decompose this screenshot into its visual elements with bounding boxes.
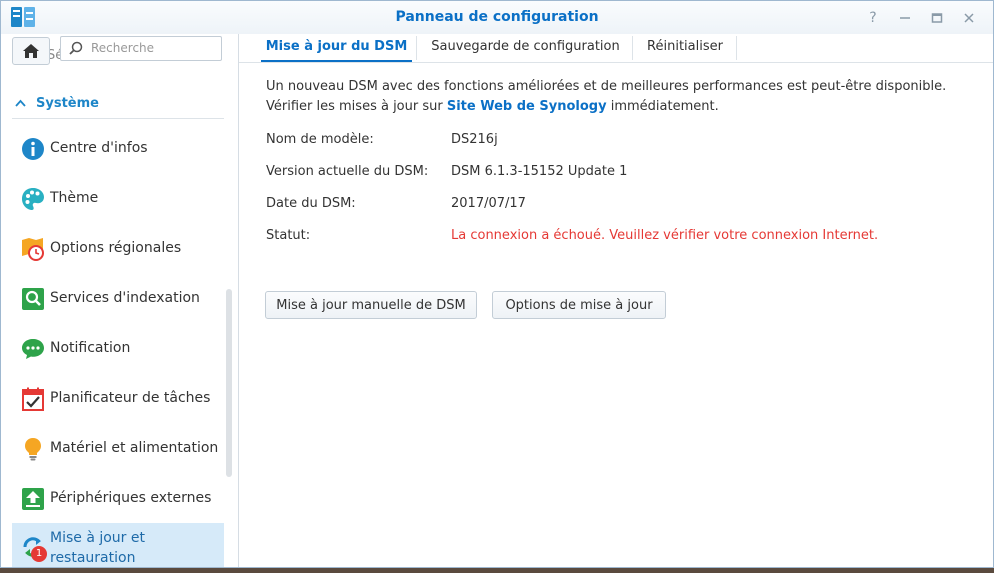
intro-text-end: immédiatement. [606,99,719,114]
maximize-icon[interactable] [927,8,947,28]
tab-bar: Mise à jour du DSM Sauvegarde de configu… [239,34,993,63]
intro-text: Un nouveau DSM avec des fonctions amélio… [266,77,976,117]
sidebar-item-label: Services d'indexation [50,290,200,306]
tab-sauvegarde-configuration[interactable]: Sauvegarde de configuration [419,34,632,62]
home-icon [23,44,39,58]
model-name-value: DS216j [451,132,498,147]
dsm-date-value: 2017/07/17 [451,196,526,211]
section-divider [12,118,224,119]
index-search-icon [22,288,44,310]
sidebar-item-services-indexation[interactable]: Services d'indexation [12,278,224,320]
title-bar[interactable]: Panneau de configuration ? [1,1,993,34]
help-icon[interactable]: ? [863,8,883,28]
upload-device-icon [22,488,44,510]
tab-separator [632,36,633,60]
manual-update-button[interactable]: Mise à jour manuelle de DSM [265,291,477,319]
notification-badge: 1 [31,546,47,562]
sidebar-item-label: Options régionales [50,240,182,256]
sidebar-item-centre-infos[interactable]: Centre d'infos [12,128,224,170]
field-label: Statut: [266,228,311,243]
search-box[interactable] [60,36,222,61]
close-icon[interactable] [959,8,979,28]
palette-icon [22,188,44,210]
field-label: Date du DSM: [266,196,356,211]
sidebar-item-label: Périphériques externes [50,490,212,506]
sidebar-item-peripheriques-externes[interactable]: Périphériques externes [12,478,224,520]
chevron-up-icon [15,96,26,111]
tab-reinitialiser[interactable]: Réinitialiser [635,34,735,62]
tab-separator [416,36,417,60]
sidebar-divider [238,34,239,567]
chat-bubble-icon [22,339,44,359]
sidebar-item-mise-a-jour-restauration[interactable]: 1 Mise à jour et restauration [12,523,224,567]
regional-clock-icon [22,238,44,261]
sidebar-item-materiel-alimentation[interactable]: Matériel et alimentation [12,428,224,470]
section-header-systeme[interactable]: Système [15,96,99,111]
minimize-icon[interactable] [895,8,915,28]
lightbulb-icon [25,438,41,461]
calendar-check-icon [22,387,44,411]
window-title: Panneau de configuration [395,9,599,25]
sidebar-item-theme[interactable]: Thème [12,178,224,220]
sidebar-item-options-regionales[interactable]: Options régionales [12,228,224,270]
tab-mise-a-jour-dsm[interactable]: Mise à jour du DSM [261,34,412,62]
sidebar-item-notification[interactable]: Notification [12,328,224,370]
dsm-version-value: DSM 6.1.3-15152 Update 1 [451,164,628,179]
field-label: Version actuelle du DSM: [266,164,429,179]
sidebar-item-planificateur-taches[interactable]: Planificateur de tâches [12,378,224,420]
field-label: Nom de modèle: [266,132,374,147]
synology-website-link[interactable]: Site Web de Synology [447,99,607,114]
status-error-value: La connexion a échoué. Veuillez vérifier… [451,228,879,243]
sidebar-scrollbar[interactable] [226,289,232,477]
search-input[interactable] [89,40,221,56]
sidebar-item-label: Mise à jour et restauration [50,530,145,566]
section-header-label: Système [36,96,99,111]
sidebar-item-label: Planificateur de tâches [50,390,211,406]
sidebar-item-label: Matériel et alimentation [50,440,219,456]
sidebar-item-label: Thème [50,190,99,206]
search-icon [69,41,83,55]
sidebar-item-label: Notification [50,340,131,356]
control-panel-window: Panneau de configuration ? Sécurité [0,0,994,568]
update-options-button[interactable]: Options de mise à jour [492,291,666,319]
sidebar: Sécurité Système Centr [1,34,238,567]
home-button[interactable] [12,37,50,65]
info-icon [22,138,44,160]
tab-separator [736,36,737,60]
sidebar-item-label: Centre d'infos [50,140,148,156]
